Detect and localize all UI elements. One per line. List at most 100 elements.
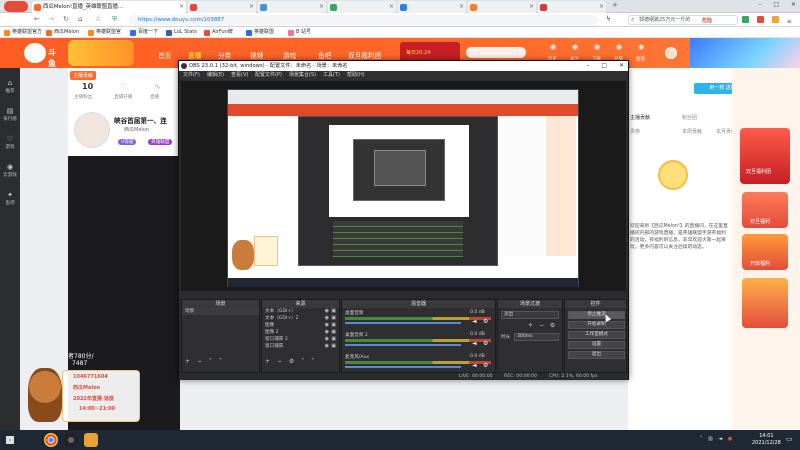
obs-taskbar-icon[interactable] [64,433,78,447]
tab-close-icon[interactable]: × [599,1,604,13]
browser-logo-icon[interactable] [4,1,28,12]
down-icon[interactable]: ˅ [219,359,222,365]
volume-slider[interactable] [345,366,461,368]
bookmark-item[interactable]: AirFun牌 [204,28,233,37]
close-icon[interactable]: ✕ [791,2,796,8]
eye-icon[interactable]: ◉ [325,309,329,314]
minimize-icon[interactable]: – [586,63,589,69]
browser-tab[interactable]: × [188,1,256,13]
nav-item[interactable]: 首页 [158,50,171,60]
ad-banner-3[interactable]: 开启福利 [742,234,788,270]
browser-tab[interactable]: × [328,1,396,13]
obs-titlebar[interactable]: OBS 23.0.1 (32-bit, windows) - 配置文件：未命名 … [179,61,628,71]
obs-menu-item[interactable]: 文件(F) [183,71,200,80]
eye-icon[interactable]: ◉ [325,337,329,342]
volume-icon[interactable]: ◄ [718,437,722,442]
notification-icon[interactable]: ▭ [786,435,793,443]
source-item[interactable]: 文本（GDI+）2 ◉ ▣ [262,315,339,322]
ad-banner-4[interactable] [742,278,788,328]
network-icon[interactable]: ▥ [708,437,713,442]
control-button[interactable]: 退出 [568,351,625,359]
rail-item[interactable]: ◉ 云游戏 [0,164,20,179]
chrome-taskbar-icon[interactable] [44,433,58,447]
header-tool-icon[interactable]: ◉ [616,44,622,51]
speaker-icon[interactable]: ◄ [472,319,477,325]
header-search[interactable] [466,47,526,58]
nav-item[interactable]: 视频 [250,50,263,60]
clock[interactable]: 14:01 2021/12/28 [752,433,781,447]
lock-icon[interactable]: ▣ [331,316,336,321]
rail-item[interactable]: ⌂ 推荐 [0,80,20,95]
app-taskbar-icon[interactable] [84,433,98,447]
menu-icon[interactable]: ≡ [787,19,792,25]
ad-banner-1[interactable]: 双旦福利团 [740,128,790,184]
header-tool-icon[interactable]: ◉ [572,44,578,51]
up-icon[interactable]: ˄ [301,359,304,365]
streamer-name[interactable]: 西瓜Melon [124,126,149,133]
add-icon[interactable]: + [185,359,190,365]
lightning-icon[interactable]: ϟ [606,16,611,23]
warning-badge[interactable]: 危险 [702,17,712,24]
duration-field[interactable]: 300ms [514,333,559,341]
douyu-logo[interactable]: 斗鱼 [24,41,62,68]
minimize-icon[interactable]: – [758,2,761,8]
remove-icon[interactable]: − [277,359,282,365]
volume-slider[interactable] [345,344,461,346]
bookmark-item[interactable]: 百度一下 [130,28,158,37]
avatar[interactable] [665,47,677,59]
tab-close-icon[interactable]: × [249,1,254,13]
bookmark-item[interactable]: 英雄联盟 [246,28,274,37]
obs-menu-item[interactable]: 工具(T) [323,71,340,80]
eye-icon[interactable]: ◉ [325,330,329,335]
control-button[interactable]: 停止推流 [568,311,625,319]
rail-item[interactable]: ▤ 排行榜 [0,108,20,123]
nav-item[interactable]: 直播 [188,50,201,60]
refresh-icon[interactable]: ↻ [63,16,69,23]
home-icon[interactable]: ⌂ [78,16,82,23]
scene-item[interactable]: 场景 [182,308,259,315]
side-tab[interactable]: 本周贡献 [682,128,702,135]
browser-tab[interactable]: 西瓜Melon!直播_英雄联盟直播... × [32,1,186,13]
rail-item[interactable]: ✦ 鱼吧 [0,192,20,207]
nav-item[interactable]: 分类 [218,50,231,60]
extension-icon[interactable] [756,16,764,23]
bookmark-item[interactable]: 西瓜Melon [46,28,79,37]
search-input[interactable]: ⌕ 郭德纲跳25万元一斤的 [628,15,738,25]
bookmark-item[interactable]: 英雄联盟官方 [4,28,42,37]
source-item[interactable]: 窗口捕获 2 ◉ ▣ [262,336,339,343]
transition-select[interactable]: 淡出 [501,311,559,319]
streamer-avatar[interactable] [74,112,110,148]
up-icon[interactable]: ˄ [209,359,212,365]
close-icon[interactable]: ✕ [619,63,624,69]
tab-close-icon[interactable]: × [389,1,394,13]
obs-menu-item[interactable]: 查看(V) [231,71,248,80]
browser-tab[interactable]: × [258,1,326,13]
side-tab[interactable]: 粉丝团 [682,114,697,121]
eye-icon[interactable]: ◉ [325,316,329,321]
lock-icon[interactable]: ▣ [331,337,336,342]
back-icon[interactable]: ← [34,16,40,23]
tab-close-icon[interactable]: × [459,1,464,13]
speaker-icon[interactable]: ◄ [472,341,477,347]
forward-icon[interactable]: → [48,16,54,23]
tab-close-icon[interactable]: × [319,1,324,13]
lock-icon[interactable]: ▣ [331,344,336,349]
header-tool-icon[interactable]: ◉ [550,44,556,51]
gear-icon[interactable]: ⚙ [483,341,488,347]
header-tool-icon[interactable]: ◉ [594,44,600,51]
eye-icon[interactable]: ◉ [325,323,329,328]
bookmark-item[interactable]: LoL Stats [166,28,197,37]
nav-item[interactable]: 游戏 [283,50,296,60]
url-field[interactable]: https://www.douyu.com/103887 [128,15,598,25]
obs-preview[interactable] [181,81,626,291]
source-item[interactable]: 窗口捕获 ◉ ▣ [262,343,339,350]
new-tab-icon[interactable]: + [612,2,618,9]
start-icon[interactable] [6,436,14,444]
tab-close-icon[interactable]: × [529,1,534,13]
bookmark-item[interactable]: 英雄联盟官 [88,28,121,37]
obs-menu-item[interactable]: 帮助(H) [347,71,365,80]
control-button[interactable]: 开始录制 [568,321,625,329]
source-item[interactable]: 图像 ◉ ▣ [262,322,339,329]
lock-icon[interactable]: ▣ [331,309,336,314]
chevron-up-icon[interactable]: ˄ [700,437,703,442]
